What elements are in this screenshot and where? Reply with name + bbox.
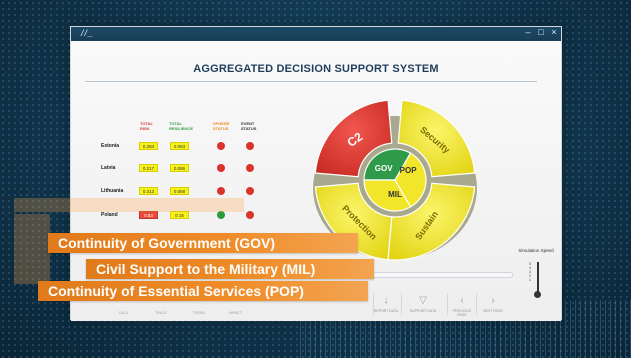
risk-value: 0.217 bbox=[139, 164, 158, 172]
country-label: Lithuania bbox=[101, 188, 124, 194]
filter-icon[interactable]: ▽ bbox=[417, 295, 429, 307]
event-status-dot[interactable] bbox=[246, 211, 254, 219]
header-total-resilience: TOTAL RESILIENCE bbox=[169, 121, 194, 131]
previous-page-button[interactable]: PREVIOUS PAGE bbox=[448, 309, 476, 317]
sphere-status-dot[interactable] bbox=[217, 164, 225, 172]
report-data-button[interactable]: REPORT DATA bbox=[372, 309, 400, 313]
next-page-button[interactable]: NEXT PAGE bbox=[479, 309, 507, 313]
toolbar-data-label[interactable]: DATA bbox=[119, 311, 128, 315]
sphere-status-dot[interactable] bbox=[217, 142, 225, 150]
page-title: AGGREGATED DECISION SUPPORT SYSTEM bbox=[193, 63, 439, 75]
close-icon[interactable]: × bbox=[549, 27, 559, 37]
toolbar-trend-label[interactable]: TREND bbox=[193, 311, 205, 315]
risk-value: 0.83 bbox=[139, 211, 158, 219]
banner-gov: Continuity of Government (GOV) bbox=[48, 233, 358, 253]
header-event-status: EVENT STATUS bbox=[241, 121, 257, 131]
wheel-core-gov-label: GOV bbox=[375, 164, 393, 173]
window-titlebar[interactable]: //_ ‒ □ × bbox=[71, 27, 561, 41]
banner-mil: Civil Support to the Military (MIL) bbox=[86, 259, 374, 279]
resilience-value: 0.15 bbox=[170, 211, 189, 219]
toolbar-divider bbox=[476, 293, 477, 315]
resilience-value: 0.083 bbox=[170, 142, 189, 150]
support-data-button[interactable]: SUPPORT DATA bbox=[409, 309, 437, 313]
simulation-speed-label: Simulation Speed bbox=[518, 248, 554, 253]
risk-value: 0.313 bbox=[139, 187, 158, 195]
header-total-risk: TOTAL RISK bbox=[140, 121, 153, 131]
event-status-dot[interactable] bbox=[246, 187, 254, 195]
resilience-value: 0.086 bbox=[170, 164, 189, 172]
country-label: Estonia bbox=[101, 143, 120, 149]
event-status-dot[interactable] bbox=[246, 164, 254, 172]
simulation-speed-slider[interactable] bbox=[537, 262, 539, 292]
app-content: AGGREGATED DECISION SUPPORT SYSTEM TOTAL… bbox=[71, 41, 561, 321]
header-sphere-status: SPHERE STATUS bbox=[213, 121, 230, 131]
wheel-core-mil-label: MIL bbox=[388, 190, 402, 199]
chevron-right-icon[interactable]: › bbox=[487, 295, 499, 307]
toolbar-impact-label[interactable]: IMPACT bbox=[229, 311, 242, 315]
toolbar-divider bbox=[401, 293, 402, 315]
sphere-status-dot[interactable] bbox=[217, 211, 225, 219]
download-icon[interactable]: ↓ bbox=[380, 295, 392, 307]
country-label: Poland bbox=[101, 212, 118, 218]
country-label: Latvia bbox=[101, 165, 116, 171]
simulation-speed-handle[interactable] bbox=[534, 291, 541, 298]
wheel-core-pop-label: POP bbox=[400, 166, 418, 175]
maximize-icon[interactable]: □ bbox=[536, 27, 546, 37]
sphere-status-dot[interactable] bbox=[217, 187, 225, 195]
chevron-left-icon[interactable]: ‹ bbox=[456, 295, 468, 307]
resilience-value: 0.068 bbox=[170, 187, 189, 195]
app-logo: //_ bbox=[81, 28, 95, 38]
event-status-dot[interactable] bbox=[246, 142, 254, 150]
banner-pop: Continuity of Essential Services (POP) bbox=[38, 281, 368, 301]
minimize-icon[interactable]: ‒ bbox=[523, 27, 533, 37]
risk-value: 0.284 bbox=[139, 142, 158, 150]
toolbar-trace-label[interactable]: TRACE bbox=[155, 311, 167, 315]
simulation-speed-scale: 5 4 3 2 1 bbox=[529, 262, 531, 282]
banner-glow bbox=[14, 214, 50, 284]
title-divider bbox=[85, 81, 537, 82]
banner-glow bbox=[14, 198, 244, 212]
timeline-slider[interactable] bbox=[361, 272, 513, 278]
